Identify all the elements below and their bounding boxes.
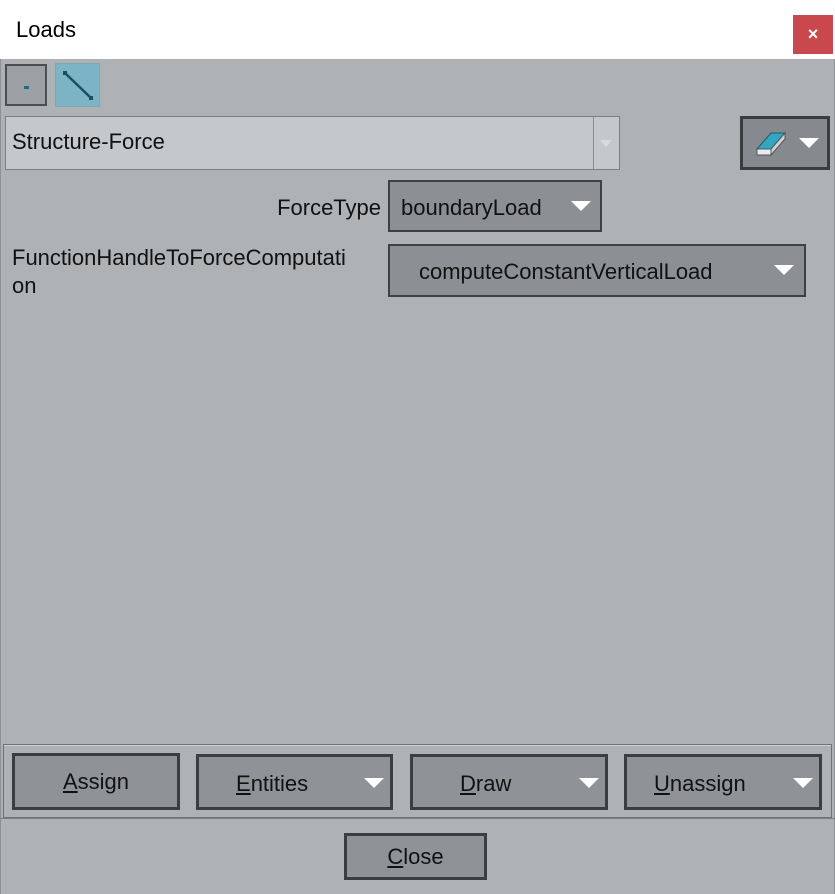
eraser-icon bbox=[755, 131, 787, 157]
chevron-down-icon bbox=[774, 265, 794, 275]
force-type-value: boundaryLoad bbox=[401, 195, 542, 220]
condition-select-value: Structure-Force bbox=[12, 129, 165, 154]
point-entity-button[interactable] bbox=[5, 64, 47, 106]
line-icon bbox=[63, 71, 93, 100]
chevron-down-icon bbox=[600, 140, 612, 147]
chevron-down-icon bbox=[364, 778, 384, 788]
assign-button-label: Assign bbox=[62, 768, 130, 794]
entities-button[interactable]: Entities bbox=[196, 754, 393, 810]
window-title: Loads bbox=[16, 17, 76, 42]
draw-button-label: Draw bbox=[460, 771, 512, 796]
divider bbox=[0, 818, 835, 819]
function-handle-label: FunctionHandleToForceComputati on bbox=[12, 245, 346, 298]
assign-button[interactable]: Assign bbox=[12, 753, 180, 810]
close-window-button[interactable]: × bbox=[793, 15, 833, 54]
force-type-label: ForceType bbox=[277, 195, 381, 220]
chevron-down-icon bbox=[799, 138, 819, 148]
close-button-label: Close bbox=[387, 843, 444, 869]
draw-button[interactable]: Draw bbox=[410, 754, 608, 810]
force-type-select[interactable]: boundaryLoad bbox=[388, 180, 602, 232]
chevron-down-icon bbox=[793, 778, 813, 788]
close-button[interactable]: Close bbox=[344, 833, 487, 880]
chevron-down-icon bbox=[571, 201, 591, 211]
line-entity-button[interactable] bbox=[55, 63, 100, 107]
function-handle-select[interactable]: computeConstantVerticalLoad bbox=[388, 244, 806, 297]
chevron-down-icon bbox=[579, 778, 599, 788]
condition-select-arrow[interactable] bbox=[593, 117, 619, 169]
layer-menu-button[interactable] bbox=[740, 116, 830, 170]
entities-button-label: Entities bbox=[236, 771, 309, 796]
close-icon: × bbox=[807, 24, 819, 44]
function-handle-value: computeConstantVerticalLoad bbox=[419, 259, 713, 284]
unassign-button[interactable]: Unassign bbox=[624, 754, 822, 810]
point-icon bbox=[24, 86, 29, 89]
title-bar bbox=[0, 0, 835, 59]
unassign-button-label: Unassign bbox=[654, 771, 746, 796]
